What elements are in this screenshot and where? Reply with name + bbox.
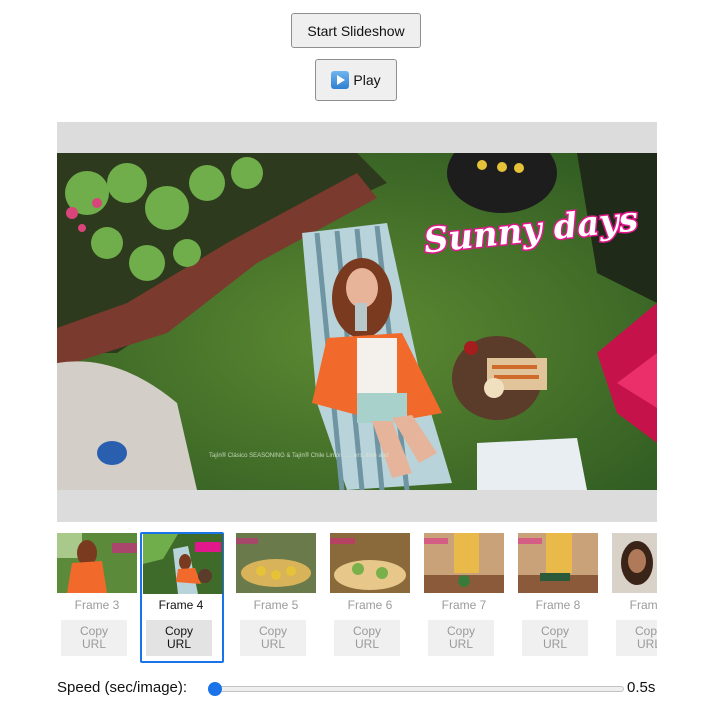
thumbnail-image[interactable] xyxy=(236,533,316,593)
thumbnail-image[interactable] xyxy=(57,533,137,593)
play-button-icon xyxy=(331,71,350,89)
slideshow-viewer: Sunny days Tajín® Clásico SEASONING & Ta… xyxy=(57,122,657,522)
thumbnail-label: Frame 8 xyxy=(535,598,581,612)
thumbnail-image[interactable] xyxy=(518,533,598,593)
copy-url-button[interactable]: Copy URL xyxy=(522,620,588,656)
thumbnail-label: Frame 7 xyxy=(441,598,487,612)
thumbnail-image[interactable] xyxy=(612,533,657,593)
play-button[interactable]: Play xyxy=(315,59,397,101)
thumbnail-frame-7[interactable]: Frame 7 Copy URL xyxy=(424,532,504,663)
thumbnail-label: Frame 3 xyxy=(74,598,120,612)
copy-url-button[interactable]: Copy URL xyxy=(240,620,306,656)
thumbnail-label: Frame 5 xyxy=(253,598,299,612)
copy-url-button[interactable]: Copy URL xyxy=(428,620,494,656)
start-slideshow-button[interactable]: Start Slideshow xyxy=(291,13,421,48)
speed-label: Speed (sec/image): xyxy=(57,679,188,696)
copy-url-button[interactable]: Copy URL xyxy=(616,620,657,656)
thumbnail-image[interactable] xyxy=(143,534,223,594)
thumbnail-frame-5[interactable]: Frame 5 Copy URL xyxy=(236,532,316,663)
speed-slider-thumb[interactable] xyxy=(208,682,222,696)
fine-print: Tajín® Clásico SEASONING & Tajín® Chile … xyxy=(209,452,388,459)
thumbnail-frame-8[interactable]: Frame 8 Copy URL xyxy=(518,532,598,663)
thumbnail-frame-6[interactable]: Frame 6 Copy URL xyxy=(330,532,410,663)
main-frame-image: Sunny days Tajín® Clásico SEASONING & Ta… xyxy=(57,153,657,490)
thumbnail-label: Frame 4 xyxy=(158,598,204,612)
speed-slider-track[interactable] xyxy=(214,686,624,692)
copy-url-button[interactable]: Copy URL xyxy=(334,620,400,656)
copy-url-button[interactable]: Copy URL xyxy=(146,620,212,656)
thumbnail-label: Frame 9 xyxy=(629,598,657,612)
play-label: Play xyxy=(353,72,381,88)
thumbnail-image[interactable] xyxy=(424,533,504,593)
thumbnail-frame-9[interactable]: Frame 9 Copy URL xyxy=(612,532,657,663)
copy-url-button[interactable]: Copy URL xyxy=(61,620,127,656)
thumbnail-label: Frame 6 xyxy=(347,598,393,612)
thumbnail-strip: Frame 3 Copy URL Frame 4 Copy URL Frame … xyxy=(57,532,657,664)
speed-value: 0.5s xyxy=(627,679,656,696)
thumbnail-frame-3[interactable]: Frame 3 Copy URL xyxy=(57,532,137,663)
thumbnail-image[interactable] xyxy=(330,533,410,593)
thumbnail-frame-4[interactable]: Frame 4 Copy URL xyxy=(140,532,224,663)
